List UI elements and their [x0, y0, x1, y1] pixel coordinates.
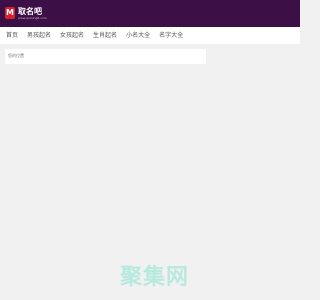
- nav-item-nicknames[interactable]: 小名大全: [126, 27, 150, 44]
- site-logo[interactable]: M 取名吧 www.quming8.com: [5, 5, 47, 21]
- logo-subtitle: www.quming8.com: [18, 15, 47, 20]
- watermark-logo: 聚集网: [120, 265, 190, 290]
- content-panel: 您的位置: [5, 49, 206, 64]
- logo-mark-icon: M: [5, 7, 15, 19]
- nav-item-home[interactable]: 首页: [6, 27, 18, 44]
- logo-name: 取名吧: [18, 5, 42, 16]
- nav-item-zodiac-names[interactable]: 生肖起名: [93, 27, 117, 44]
- logo-text: 取名吧 www.quming8.com: [18, 5, 47, 20]
- nav-item-name-collection[interactable]: 名字大全: [159, 27, 183, 44]
- main-nav: 首页 男孩起名 女孩起名 生肖起名 小名大全 名字大全: [0, 27, 300, 44]
- nav-list: 首页 男孩起名 女孩起名 生肖起名 小名大全 名字大全: [6, 27, 192, 44]
- top-header: M 取名吧 www.quming8.com: [0, 0, 300, 27]
- breadcrumb: 您的位置: [8, 53, 24, 58]
- nav-item-girl-names[interactable]: 女孩起名: [60, 27, 84, 44]
- nav-item-boy-names[interactable]: 男孩起名: [27, 27, 51, 44]
